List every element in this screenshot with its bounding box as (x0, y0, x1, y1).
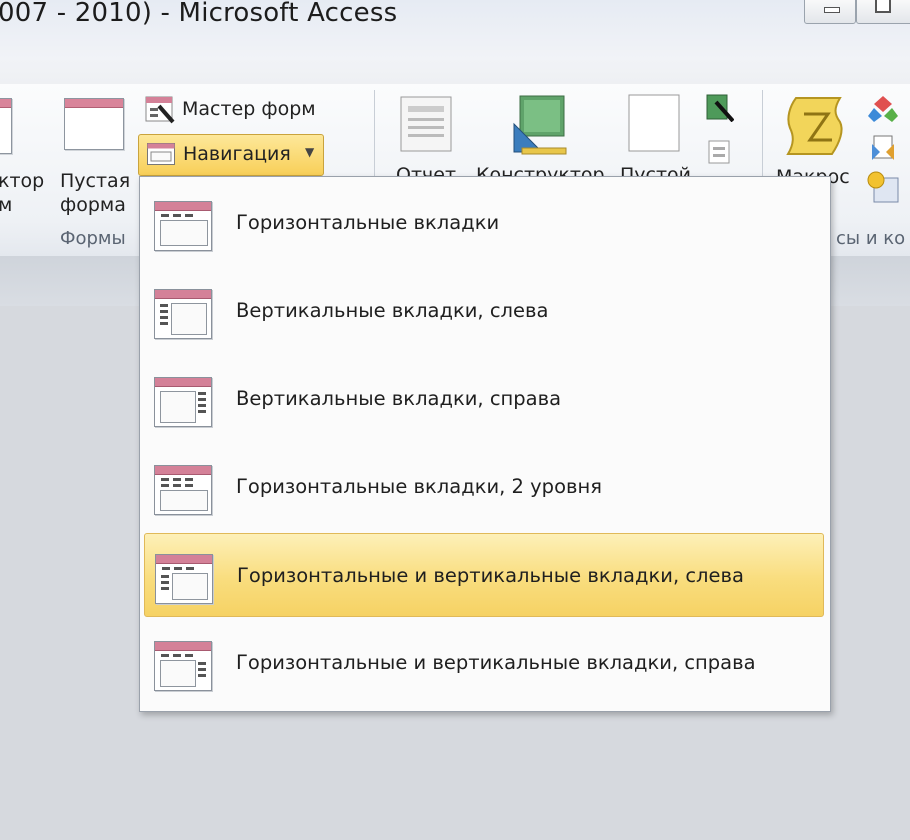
vertical-tabs-right-icon (154, 377, 212, 427)
group-label-macros: сы и ко (836, 228, 906, 249)
minimize-icon (824, 7, 840, 13)
navigation-form-icon (147, 143, 175, 165)
navigation-button[interactable]: Навигация ▼ (138, 134, 324, 176)
blank-form-label-line1[interactable]: Пустая (60, 170, 130, 192)
module-icon (868, 96, 898, 122)
report-design-icon (513, 95, 567, 155)
menu-item-horizontal-vertical-tabs-right[interactable]: Горизонтальные и вертикальные вкладки, с… (144, 621, 824, 705)
form-wizard-icon (145, 96, 175, 124)
visual-basic-icon (867, 171, 899, 203)
menu-item-horizontal-tabs-2-levels[interactable]: Горизонтальные вкладки, 2 уровня (144, 445, 824, 529)
menu-item-vertical-tabs-right[interactable]: Вертикальные вкладки, справа (144, 357, 824, 441)
chevron-down-icon: ▼ (305, 145, 315, 159)
class-module-icon (872, 135, 894, 160)
menu-item-horizontal-tabs[interactable]: Горизонтальные вкладки (144, 181, 824, 265)
maximize-button[interactable] (856, 0, 910, 24)
title-bar: 007 - 2010) - Microsoft Access (0, 0, 910, 85)
horizontal-vertical-tabs-right-icon (154, 641, 212, 691)
macro-icon[interactable] (782, 94, 848, 160)
maximize-icon (875, 0, 891, 13)
horizontal-tabs-icon (154, 201, 212, 251)
navigation-button-label: Навигация (183, 143, 291, 165)
menu-item-label: Вертикальные вкладки, слева (236, 299, 549, 322)
blank-report-icon (628, 94, 680, 152)
form-design-label-line1[interactable]: ктор (0, 170, 44, 192)
horizontal-vertical-tabs-left-icon (155, 554, 213, 604)
menu-item-label: Горизонтальные и вертикальные вкладки, с… (236, 651, 756, 674)
report-wizard-icon (706, 94, 734, 122)
menu-item-label: Горизонтальные вкладки, 2 уровня (236, 475, 602, 498)
form-design-label-line2[interactable]: м (0, 194, 12, 216)
menu-item-label: Вертикальные вкладки, справа (236, 387, 562, 410)
vertical-tabs-left-icon (154, 289, 212, 339)
blank-form-label-line2[interactable]: форма (60, 194, 126, 216)
menu-item-label: Горизонтальные и вертикальные вкладки, с… (237, 564, 744, 587)
menu-item-horizontal-vertical-tabs-left[interactable]: Горизонтальные и вертикальные вкладки, с… (144, 533, 824, 617)
window-title: 007 - 2010) - Microsoft Access (0, 0, 398, 28)
navigation-dropdown-menu: Горизонтальные вкладки Вертикальные вкла… (139, 176, 831, 712)
menu-item-vertical-tabs-left[interactable]: Вертикальные вкладки, слева (144, 269, 824, 353)
horizontal-tabs-2-levels-icon (154, 465, 212, 515)
report-icon (400, 96, 452, 152)
menu-item-label: Горизонтальные вкладки (236, 211, 500, 234)
blank-form-icon[interactable] (64, 98, 124, 150)
group-label-forms: Формы (60, 228, 126, 249)
labels-icon (708, 140, 730, 164)
form-design-icon (0, 98, 12, 154)
form-wizard-button[interactable]: Мастер форм (182, 98, 316, 120)
minimize-button[interactable] (804, 0, 856, 24)
